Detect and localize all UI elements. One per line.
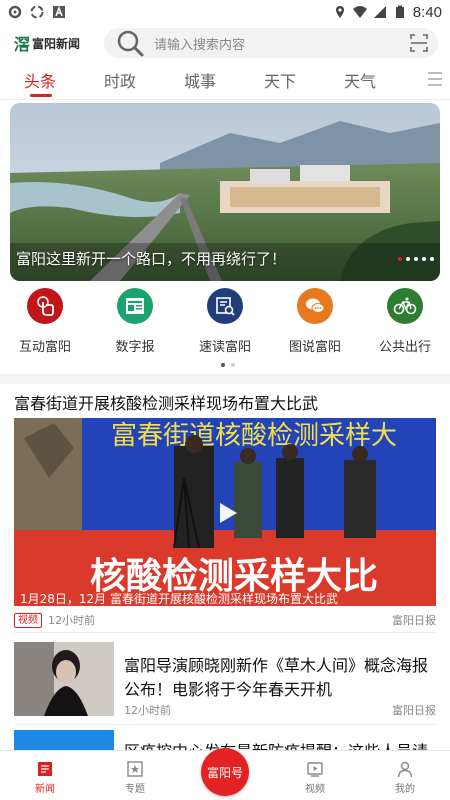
fuyang-account-button[interactable]: 富阳号 [201, 748, 249, 796]
nav-label: 专题 [125, 784, 145, 795]
banner-caption: 富阳这里新开一个路口，不用再绕行了！ [16, 250, 287, 268]
banner-dot [414, 257, 418, 261]
signal-icon [373, 6, 386, 18]
user-icon [397, 761, 413, 778]
quick-link-interactive-fuyang[interactable]: 互动富阳 [0, 288, 90, 358]
battery-icon [395, 5, 404, 18]
quick-link-label: 数字报 [115, 340, 155, 355]
logo-mark-icon: 滘 [14, 35, 31, 54]
banner-pagination [398, 257, 434, 261]
banner-dot [430, 257, 434, 261]
article-time: 12小时前 [124, 704, 171, 717]
divider [14, 724, 436, 725]
app-header: 滘 富阳新闻 请输入搜索内容 [0, 26, 450, 60]
article-time: 12小时前 [48, 614, 95, 627]
news-icon [38, 762, 52, 776]
category-tabs: 头条 时政 城事 天下 天气 [0, 60, 450, 100]
article-title[interactable]: 富阳导演顾晓刚新作《草木人间》概念海报公布！电影将于今年春天开机 [124, 654, 438, 702]
tab-indicator [30, 94, 52, 97]
banner-dot [398, 257, 402, 261]
scan-icon[interactable] [410, 34, 428, 52]
article-title[interactable]: 富春街道开展核酸检测采样现场布置大比武 [14, 390, 318, 414]
nav-label: 视频 [305, 784, 325, 795]
pagination-dot [221, 363, 225, 367]
location-icon [335, 6, 344, 18]
nav-label: 我的 [395, 784, 415, 795]
font-notification-icon [53, 5, 65, 18]
search-icon [117, 30, 144, 57]
bicycle-icon [387, 288, 423, 324]
quick-link-label: 互动富阳 [18, 340, 71, 355]
quick-links-pagination [221, 363, 235, 367]
video-player[interactable]: 富春街道核酸检测采样大 核酸检测采样大比 1月28日，12月 富春街道开展核酸检… [14, 418, 436, 606]
tab-politics[interactable]: 时政 [80, 68, 160, 92]
play-icon[interactable] [214, 500, 240, 526]
nav-news[interactable]: 新闻 [0, 751, 90, 800]
sync-notification-icon [30, 5, 44, 19]
video-banner-text: 富春街道核酸检测采样大 [111, 421, 397, 451]
topic-icon [127, 761, 143, 777]
video-bottom-text: 核酸检测采样大比 [90, 556, 378, 597]
status-bar: 8:40 [0, 0, 450, 24]
video-caption: 1月28日，12月 富春街道开展核酸检测采样现场布置大比武 [20, 591, 338, 606]
portrait-image [14, 642, 114, 716]
search-input[interactable]: 请输入搜索内容 [154, 34, 410, 53]
nav-profile[interactable]: 我的 [360, 751, 450, 800]
quick-link-label: 公共出行 [378, 340, 431, 355]
tab-headlines[interactable]: 头条 [0, 68, 80, 92]
tab-menu-icon[interactable] [428, 72, 442, 90]
article-thumbnail[interactable] [14, 642, 114, 716]
tab-weather[interactable]: 天气 [320, 68, 400, 92]
video-badge: 视频 [14, 612, 42, 628]
article-source: 富阳日报 [392, 614, 436, 627]
quick-links: 互动富阳 数字报 速读富阳 图说富阳 公共出行 [0, 288, 450, 358]
quick-link-public-transport[interactable]: 公共出行 [360, 288, 450, 358]
banner-carousel[interactable]: 富阳这里新开一个路口，不用再绕行了！ [10, 103, 440, 281]
search-bar[interactable]: 请输入搜索内容 [104, 28, 438, 58]
app-logo: 滘 富阳新闻 [14, 31, 100, 55]
article-meta: 视频 12小时前 富阳日报 [14, 612, 436, 628]
quick-link-photo-stories[interactable]: 图说富阳 [270, 288, 360, 358]
banner-dot [406, 257, 410, 261]
pagination-dot [231, 363, 235, 367]
quick-link-label: 速读富阳 [198, 340, 251, 355]
quick-link-quick-read[interactable]: 速读富阳 [180, 288, 270, 358]
tab-city[interactable]: 城事 [160, 68, 240, 92]
article-meta: 12小时前 富阳日报 [124, 702, 436, 718]
newspaper-icon [117, 288, 153, 324]
quick-read-icon [207, 288, 243, 324]
wifi-icon [352, 6, 367, 18]
chat-bubbles-icon [297, 288, 333, 324]
banner-dot [422, 257, 426, 261]
touch-icon [27, 288, 63, 324]
tab-world[interactable]: 天下 [240, 68, 320, 92]
quick-link-digital-paper[interactable]: 数字报 [90, 288, 180, 358]
gear-notification-icon [8, 5, 22, 19]
section-separator [0, 374, 450, 384]
quick-link-label: 图说富阳 [288, 340, 341, 355]
clock: 8:40 [412, 3, 442, 21]
nav-video[interactable]: 视频 [270, 751, 360, 800]
logo-text: 富阳新闻 [32, 36, 81, 51]
nav-topics[interactable]: 专题 [90, 751, 180, 800]
divider [14, 632, 436, 633]
video-icon [307, 762, 323, 777]
nav-label: 新闻 [35, 784, 55, 795]
article-source: 富阳日报 [392, 704, 436, 717]
